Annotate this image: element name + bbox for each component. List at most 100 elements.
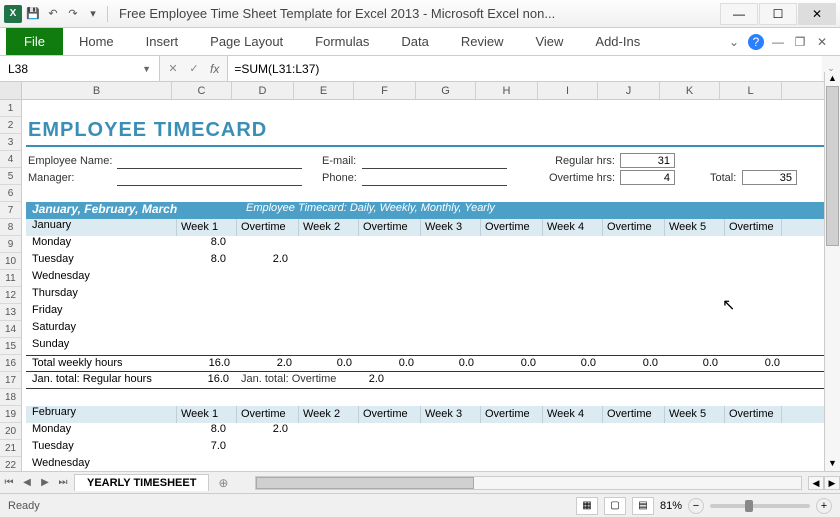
tab-addins[interactable]: Add-Ins [579, 28, 656, 55]
tab-home[interactable]: Home [63, 28, 130, 55]
row-header-20[interactable]: 20 [0, 423, 21, 440]
qat-dropdown-icon[interactable]: ▾ [84, 5, 102, 23]
employee-name-label: Employee Name: [28, 155, 112, 167]
hours-cell[interactable]: 2.0 [236, 423, 288, 435]
total-cell: 0.0 [362, 357, 414, 369]
row-header-12[interactable]: 12 [0, 287, 21, 304]
tab-view[interactable]: View [519, 28, 579, 55]
column-header-H[interactable]: H [476, 82, 538, 99]
hours-cell[interactable]: 2.0 [236, 253, 288, 265]
redo-icon[interactable]: ↷ [64, 5, 82, 23]
scroll-down-button[interactable]: ▼ [825, 457, 840, 471]
help-icon[interactable]: ? [748, 34, 764, 50]
row-header-18[interactable]: 18 [0, 389, 21, 406]
file-tab[interactable]: File [6, 28, 63, 55]
namebox-dropdown-icon[interactable]: ▼ [142, 64, 151, 74]
sheet-tab-yearly[interactable]: YEARLY TIMESHEET [74, 474, 209, 491]
sheet-nav-prev[interactable]: ◀ [18, 477, 36, 488]
column-header-K[interactable]: K [660, 82, 720, 99]
tab-review[interactable]: Review [445, 28, 520, 55]
zoom-out-button[interactable]: − [688, 498, 704, 514]
column-header-F[interactable]: F [354, 82, 416, 99]
row-header-4[interactable]: 4 [0, 151, 21, 168]
row-header-13[interactable]: 13 [0, 304, 21, 321]
vscroll-thumb[interactable] [826, 86, 839, 246]
column-header-G[interactable]: G [416, 82, 476, 99]
window-restore-icon[interactable]: ❐ [792, 34, 808, 50]
week-header-col: Week 5 [664, 219, 720, 236]
cancel-formula-icon[interactable]: ✕ [164, 60, 182, 78]
maximize-button[interactable]: ☐ [759, 3, 797, 25]
accept-formula-icon[interactable]: ✓ [185, 60, 203, 78]
column-header-E[interactable]: E [294, 82, 354, 99]
grid[interactable]: EMPLOYEE TIMECARD Employee Name: Manager… [22, 100, 840, 475]
row-header-1[interactable]: 1 [0, 100, 21, 117]
sheet-nav-last[interactable]: ⏭ [54, 477, 72, 488]
row-header-15[interactable]: 15 [0, 338, 21, 355]
formula-input[interactable] [227, 56, 822, 81]
day-label: Wednesday [32, 457, 90, 469]
row-header-9[interactable]: 9 [0, 236, 21, 253]
window-minimize-icon[interactable]: — [770, 34, 786, 50]
total-weekly-label: Total weekly hours [32, 357, 123, 369]
excel-icon[interactable]: X [4, 5, 22, 23]
row-header-8[interactable]: 8 [0, 219, 21, 236]
new-sheet-icon[interactable]: ⊕ [211, 476, 235, 490]
hours-cell[interactable]: 8.0 [176, 253, 226, 265]
scroll-right-button[interactable]: ▶ [824, 476, 840, 490]
scroll-left-button[interactable]: ◀ [808, 476, 824, 490]
save-icon[interactable]: 💾 [24, 5, 42, 23]
fx-icon[interactable]: fx [206, 62, 223, 76]
total-cell: 0.0 [484, 357, 536, 369]
zoom-slider[interactable] [710, 504, 810, 508]
hscroll-thumb[interactable] [256, 477, 474, 489]
row-header-21[interactable]: 21 [0, 440, 21, 457]
row-header-6[interactable]: 6 [0, 185, 21, 202]
sheet-nav-first[interactable]: ⏮ [0, 477, 18, 488]
row-header-7[interactable]: 7 [0, 202, 21, 219]
column-header-J[interactable]: J [598, 82, 660, 99]
page-layout-view-button[interactable]: ▢ [604, 497, 626, 515]
week-header-col: Overtime [724, 406, 782, 423]
hours-cell[interactable]: 8.0 [176, 236, 226, 248]
column-header-C[interactable]: C [172, 82, 232, 99]
row-header-14[interactable]: 14 [0, 321, 21, 338]
tab-insert[interactable]: Insert [130, 28, 195, 55]
hours-cell[interactable]: 8.0 [176, 423, 226, 435]
minimize-button[interactable]: — [720, 3, 758, 25]
zoom-percent[interactable]: 81% [660, 500, 682, 512]
tab-page-layout[interactable]: Page Layout [194, 28, 299, 55]
scroll-up-button[interactable]: ▲ [825, 72, 840, 86]
sheet-nav-next[interactable]: ▶ [36, 477, 54, 488]
row-header-2[interactable]: 2 [0, 117, 21, 134]
ribbon-collapse-icon[interactable]: ⌄ [726, 34, 742, 50]
horizontal-scrollbar[interactable] [255, 476, 802, 490]
hours-cell[interactable]: 7.0 [176, 440, 226, 452]
column-header-B[interactable]: B [22, 82, 172, 99]
close-button[interactable]: ✕ [798, 3, 836, 25]
worksheet[interactable]: 12345678910111213141516171819202122 EMPL… [0, 100, 840, 475]
select-all-corner[interactable] [0, 82, 22, 99]
normal-view-button[interactable]: ▦ [576, 497, 598, 515]
column-header-L[interactable]: L [720, 82, 782, 99]
column-header-I[interactable]: I [538, 82, 598, 99]
row-header-19[interactable]: 19 [0, 406, 21, 423]
row-header-3[interactable]: 3 [0, 134, 21, 151]
row-header-10[interactable]: 10 [0, 253, 21, 270]
zoom-in-button[interactable]: + [816, 498, 832, 514]
row-header-11[interactable]: 11 [0, 270, 21, 287]
row-header-17[interactable]: 17 [0, 372, 21, 389]
vertical-scrollbar[interactable]: ▲ ▼ [824, 72, 840, 471]
row-header-5[interactable]: 5 [0, 168, 21, 185]
zoom-thumb[interactable] [745, 500, 753, 512]
jan-total-overtime-value: 2.0 [336, 373, 384, 385]
february-week-header: February Week 1OvertimeWeek 2OvertimeWee… [26, 406, 830, 423]
tab-formulas[interactable]: Formulas [299, 28, 385, 55]
undo-icon[interactable]: ↶ [44, 5, 62, 23]
row-header-16[interactable]: 16 [0, 355, 21, 372]
tab-data[interactable]: Data [385, 28, 444, 55]
column-header-D[interactable]: D [232, 82, 294, 99]
page-break-view-button[interactable]: ▤ [632, 497, 654, 515]
window-close-icon[interactable]: ✕ [814, 34, 830, 50]
name-box[interactable]: L38 ▼ [0, 56, 160, 81]
